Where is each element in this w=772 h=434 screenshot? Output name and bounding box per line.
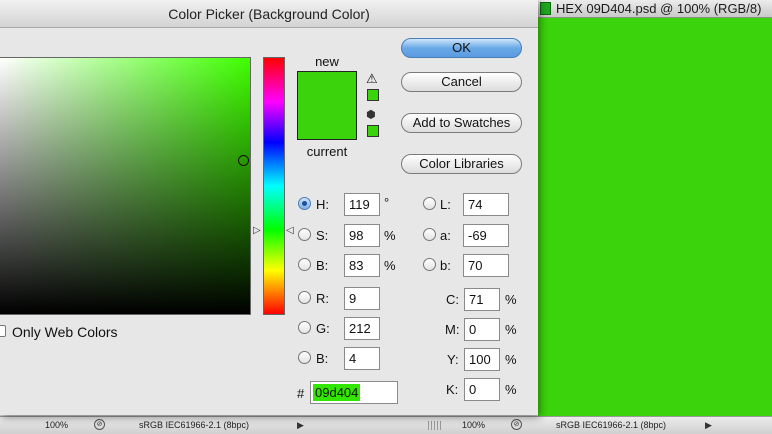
hue-slider[interactable] (263, 57, 285, 315)
red-input[interactable]: 9 (344, 287, 380, 310)
new-color-swatch (298, 72, 356, 105)
ok-button[interactable]: OK (401, 38, 522, 58)
yellow-label: Y: (447, 352, 459, 367)
hex-value: 09d404 (313, 384, 361, 401)
hue-radio[interactable] (298, 197, 311, 210)
web-safe-swatch[interactable] (367, 125, 379, 137)
magenta-input[interactable]: 0 (464, 318, 500, 341)
hex-label: # (297, 386, 305, 401)
blue-input[interactable]: 4 (344, 347, 380, 370)
green-label: G: (316, 321, 330, 336)
green-input[interactable]: 212 (344, 317, 380, 340)
cyan-unit: % (505, 292, 517, 307)
lightness-label: L: (440, 197, 451, 212)
a-channel-input[interactable]: -69 (463, 224, 509, 247)
b-channel-input[interactable]: 70 (463, 254, 509, 277)
cyan-label: C: (446, 292, 459, 307)
gamut-correction-swatch[interactable] (367, 89, 379, 101)
color-field-marker[interactable] (238, 155, 249, 166)
add-to-swatches-button[interactable]: Add to Swatches (401, 113, 522, 133)
black-input[interactable]: 0 (464, 378, 500, 401)
saturation-unit: % (384, 228, 396, 243)
b-channel-radio[interactable] (423, 258, 436, 271)
blue-radio[interactable] (298, 351, 311, 364)
b-channel-label: b: (440, 258, 451, 273)
hue-input[interactable]: 119 (344, 193, 380, 216)
lightness-input[interactable]: 74 (463, 193, 509, 216)
left-color-profile: sRGB IEC61966-2.1 (8bpc) (139, 420, 250, 430)
dialog-title: Color Picker (Background Color) (0, 0, 538, 28)
green-radio[interactable] (298, 321, 311, 334)
hex-input[interactable]: 09d404 (310, 381, 398, 404)
right-zoom-level[interactable]: 100% (462, 420, 485, 430)
color-picker-dialog: Color Picker (Background Color) ▷ ◁ Only… (0, 0, 538, 415)
color-field[interactable] (0, 57, 251, 315)
hue-slider-right-arrow-icon[interactable]: ◁ (286, 225, 294, 236)
web-safe-cube-icon[interactable]: ⬢ (366, 109, 376, 121)
hue-unit: ° (384, 195, 390, 210)
lightness-radio[interactable] (423, 197, 436, 210)
saturation-input[interactable]: 98 (344, 224, 380, 247)
left-status-menu-arrow-icon[interactable]: ▶ (297, 420, 304, 431)
document-canvas[interactable] (538, 18, 772, 418)
hue-label: H: (316, 197, 329, 212)
saturation-label: S: (316, 228, 329, 243)
status-bar: 100% ⊘ sRGB IEC61966-2.1 (8bpc) ▶ 100% ⊘… (0, 416, 772, 434)
document-icon (540, 2, 551, 15)
right-color-profile: sRGB IEC61966-2.1 (8bpc) (556, 420, 667, 430)
red-label: R: (316, 291, 329, 306)
right-status-menu-arrow-icon[interactable]: ▶ (705, 420, 712, 431)
only-web-colors-checkbox[interactable] (0, 325, 6, 337)
hue-slider-left-arrow-icon[interactable]: ▷ (253, 225, 261, 236)
cyan-input[interactable]: 71 (464, 288, 500, 311)
brightness-radio[interactable] (298, 258, 311, 271)
yellow-unit: % (505, 352, 517, 367)
red-radio[interactable] (298, 291, 311, 304)
right-status-info-icon[interactable]: ⊘ (511, 419, 522, 430)
current-color-label: current (306, 144, 348, 159)
only-web-colors-label: Only Web Colors (12, 324, 118, 340)
brightness-unit: % (384, 258, 396, 273)
blue-label: B: (316, 351, 329, 366)
status-resize-grip-icon[interactable] (428, 421, 442, 430)
black-label: K: (446, 382, 459, 397)
new-color-label: new (315, 54, 339, 69)
out-of-gamut-warning-icon[interactable]: ⚠ (366, 72, 378, 85)
color-preview-swatch (297, 71, 357, 140)
a-channel-label: a: (440, 228, 451, 243)
document-title: HEX 09D404.psd @ 100% (RGB/8) (556, 1, 762, 16)
current-color-swatch[interactable] (298, 105, 356, 139)
saturation-radio[interactable] (298, 228, 311, 241)
left-status-info-icon[interactable]: ⊘ (94, 419, 105, 430)
color-libraries-button[interactable]: Color Libraries (401, 154, 522, 174)
brightness-label: B: (316, 258, 329, 273)
magenta-label: M: (445, 322, 460, 337)
a-channel-radio[interactable] (423, 228, 436, 241)
left-zoom-level[interactable]: 100% (45, 420, 68, 430)
brightness-input[interactable]: 83 (344, 254, 380, 277)
yellow-input[interactable]: 100 (464, 348, 500, 371)
black-unit: % (505, 382, 517, 397)
cancel-button[interactable]: Cancel (401, 72, 522, 92)
magenta-unit: % (505, 322, 517, 337)
